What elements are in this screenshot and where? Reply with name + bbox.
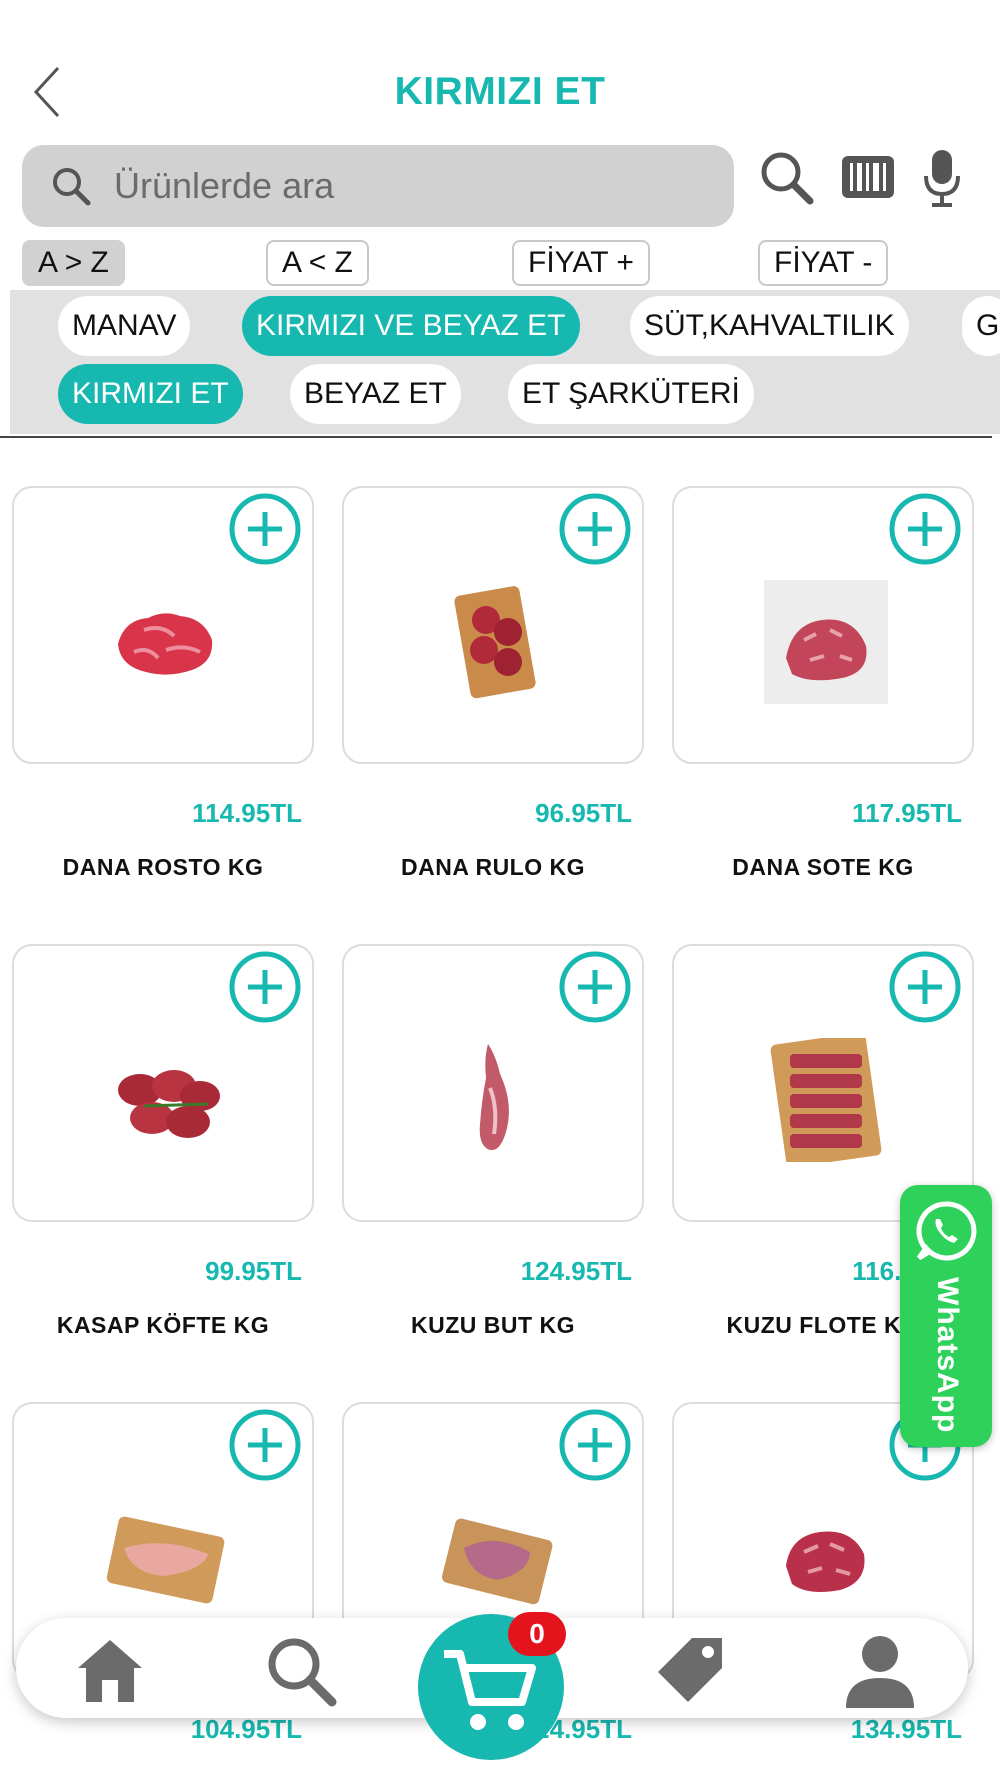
tag-icon[interactable] <box>652 1632 728 1708</box>
home-icon[interactable] <box>72 1632 148 1708</box>
product-price: 117.95TL <box>852 798 962 828</box>
product-name: DANA RULO KG <box>400 854 586 880</box>
product-price: 124.95TL <box>520 1256 632 1286</box>
plus-circle-icon[interactable] <box>888 950 962 1024</box>
whatsapp-label: WhatsApp <box>931 1277 964 1434</box>
product-image <box>479 1044 509 1151</box>
product-image <box>764 580 888 704</box>
page-title: KIRMIZI ET <box>394 70 606 113</box>
plus-circle-icon[interactable] <box>888 492 962 566</box>
sort-az-button[interactable]: A > Z <box>22 240 125 286</box>
divider <box>0 436 992 438</box>
product-name: DANA ROSTO KG <box>62 854 264 880</box>
plus-circle-icon[interactable] <box>228 950 302 1024</box>
plus-circle-icon[interactable] <box>558 950 632 1024</box>
cart-icon <box>444 1650 536 1730</box>
product-name: KASAP KÖFTE KG <box>56 1312 270 1338</box>
category-chip[interactable]: SÜT,KAHVALTILIK <box>630 296 909 356</box>
sort-row: A > Z A < Z FİYAT + FİYAT - <box>0 240 1000 286</box>
product-image-box[interactable] <box>12 486 314 764</box>
plus-circle-icon[interactable] <box>558 1408 632 1482</box>
category-chip-active[interactable]: KIRMIZI VE BEYAZ ET <box>242 296 580 356</box>
product-image-box[interactable] <box>672 486 974 764</box>
microphone-icon[interactable] <box>922 148 962 208</box>
product-name: KUZU BUT KG <box>411 1312 575 1338</box>
product-image <box>118 613 213 675</box>
barcode-icon[interactable] <box>842 156 894 198</box>
cart-count-badge: 0 <box>508 1612 566 1656</box>
product-image <box>454 586 536 699</box>
product-image-box[interactable] <box>342 486 644 764</box>
product-image <box>441 1518 553 1605</box>
product-price: 114.95TL <box>192 798 302 828</box>
plus-circle-icon[interactable] <box>558 492 632 566</box>
product-price: 104.95TL <box>190 1714 302 1744</box>
sort-price-down-button[interactable]: FİYAT - <box>758 240 889 286</box>
subcategory-chip-active[interactable]: KIRMIZI ET <box>58 364 243 424</box>
whatsapp-button[interactable]: WhatsApp <box>900 1185 992 1447</box>
subcategory-chip[interactable]: BEYAZ ET <box>290 364 461 424</box>
product-name: DANA SOTE KG <box>732 854 914 880</box>
product-image <box>118 1070 220 1138</box>
product-image <box>106 1516 225 1604</box>
product-image <box>770 1038 882 1162</box>
product-image-box[interactable] <box>672 944 974 1222</box>
product-price: 99.95TL <box>205 1256 302 1286</box>
category-panel: MANAV KIRMIZI VE BEYAZ ET SÜT,KAHVALTILI… <box>10 290 1000 434</box>
search-icon[interactable] <box>262 1632 338 1708</box>
search-input[interactable] <box>114 145 714 227</box>
user-icon[interactable] <box>842 1632 918 1708</box>
search-icon <box>53 168 91 206</box>
search-bar[interactable] <box>22 145 734 227</box>
category-chip[interactable]: MANAV <box>58 296 191 356</box>
product-price: 96.95TL <box>535 798 632 828</box>
sort-price-up-button[interactable]: FİYAT + <box>512 240 650 286</box>
product-image-box[interactable] <box>342 944 644 1222</box>
plus-circle-icon[interactable] <box>228 1408 302 1482</box>
header: KIRMIZI ET <box>0 0 1000 140</box>
subcategory-chip[interactable]: ET ŞARKÜTERİ <box>508 364 754 424</box>
search-icon[interactable] <box>758 148 814 206</box>
sort-za-button[interactable]: A < Z <box>266 240 369 286</box>
product-price: 134.95TL <box>850 1714 962 1744</box>
category-chip[interactable]: G <box>962 296 1000 356</box>
product-image <box>786 1531 865 1592</box>
whatsapp-icon <box>916 1201 977 1261</box>
product-image-box[interactable] <box>12 944 314 1222</box>
plus-circle-icon[interactable] <box>228 492 302 566</box>
